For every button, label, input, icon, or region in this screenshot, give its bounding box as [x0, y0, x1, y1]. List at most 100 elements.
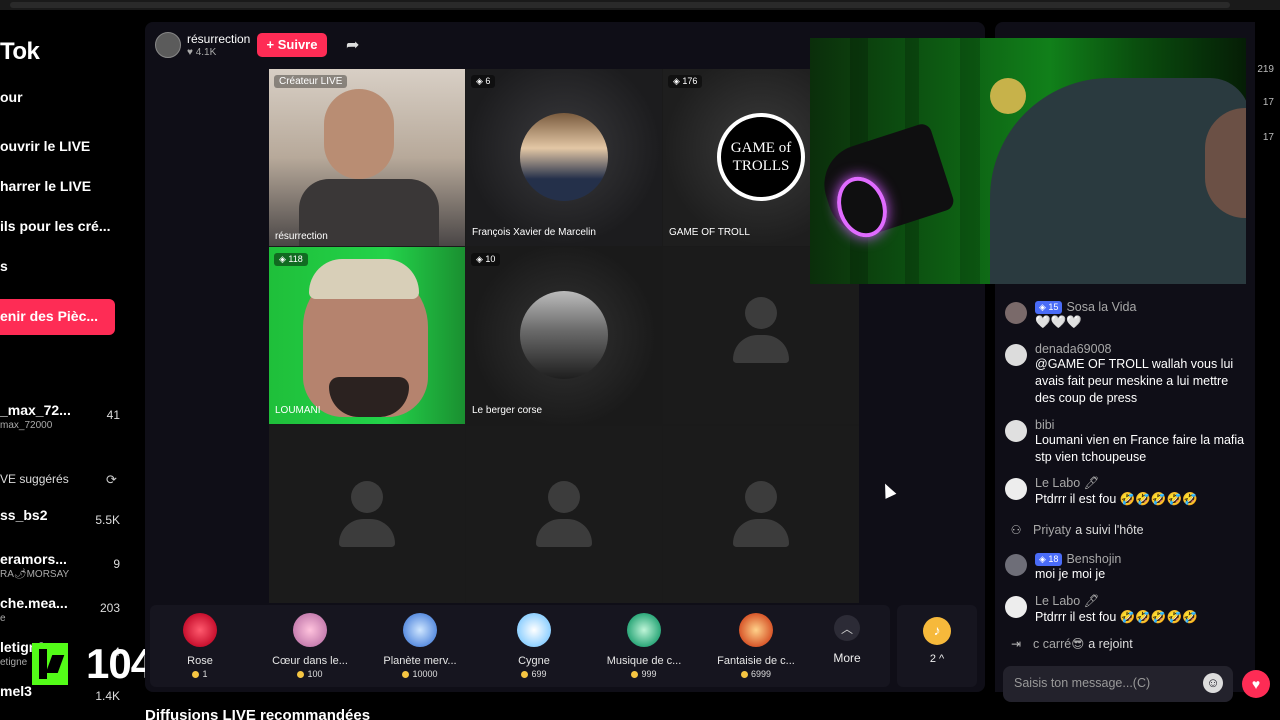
guest-tile[interactable]: ◈ 6 François Xavier de Marcelin: [466, 69, 662, 246]
more-gifts-button[interactable]: ︿ More: [822, 615, 872, 665]
emote-sticker: [990, 78, 1026, 114]
viewer-badge: ◈ 10: [471, 253, 501, 266]
more-label: More: [833, 651, 861, 665]
suggested-count: 203: [99, 601, 120, 615]
gift-price: 699: [479, 669, 589, 679]
nav-item-more[interactable]: s: [0, 258, 8, 274]
chat-message[interactable]: Le Labo 🖊 Ptdrrr il est fou 🤣🤣🤣🤣🤣: [1005, 476, 1250, 508]
system-user[interactable]: c carré😎: [1033, 637, 1084, 651]
chat-user: ◈ 18 Benshojin: [1035, 552, 1250, 566]
chat-user: ◈ 15 Sosa la Vida: [1035, 300, 1250, 314]
heart-icon[interactable]: ♥: [1242, 670, 1270, 698]
suggested-name: eramors...: [0, 551, 67, 567]
coin-balance[interactable]: ♪ 2 ^: [897, 605, 977, 687]
host-avatar[interactable]: [155, 32, 181, 58]
user-follow-icon: ⚇: [1010, 523, 1022, 537]
refresh-icon[interactable]: ⟳: [106, 472, 117, 488]
avatar: [1005, 596, 1027, 618]
viewer-badge: ◈ 176: [668, 75, 703, 88]
guest-name: résurrection: [275, 231, 328, 242]
suggested-title: VE suggérés: [0, 472, 69, 486]
avatar: [1005, 344, 1027, 366]
game-of-trolls-logo: GAME of TROLLS: [717, 113, 805, 201]
nav-item-start-live[interactable]: harrer le LIVE: [0, 178, 91, 194]
viewer-badge-count: 6: [485, 76, 491, 86]
gift-bar: Rose 1 Cœur dans le... 100 Planète merv.…: [150, 605, 890, 687]
microphone: [814, 121, 956, 245]
system-message-follow: ⚇ Priyaty a suivi l'hôte: [1005, 523, 1144, 537]
level-badge: ◈ 15: [1035, 301, 1063, 314]
chat-user-name: denada69008: [1035, 342, 1112, 356]
host-likes: ♥ 4.1K: [187, 47, 217, 58]
gift-name: Rose: [187, 655, 213, 667]
suggested-item[interactable]: che.mea... e 203: [0, 595, 130, 624]
guest-name: GAME OF TROLL: [669, 227, 750, 238]
gift-price: 100: [255, 669, 365, 679]
chat-message[interactable]: ◈ 18 Benshojin moi je moi je: [1005, 552, 1250, 583]
get-coins-button[interactable]: enir des Pièc...: [0, 299, 115, 335]
chat-message[interactable]: denada69008 @GAME OF TROLL wallah vous l…: [1005, 342, 1250, 407]
strip-count: 17: [1262, 97, 1274, 108]
share-icon[interactable]: ➦: [346, 35, 359, 55]
recommended-title: Diffusions LIVE recommandées: [145, 707, 371, 720]
top-bar-track: [10, 2, 1230, 8]
nav-item-creator-tools[interactable]: ils pour les cré...: [0, 218, 111, 234]
planet-icon: [403, 613, 437, 647]
guest-name: LOUMANI: [275, 405, 321, 416]
gift-item[interactable]: Fantaisie de c... 6999: [701, 613, 811, 679]
suggested-item[interactable]: eramors... RA🌶MORSAY 9: [0, 551, 130, 580]
fantasy-gift-icon: [739, 613, 773, 647]
chat-input[interactable]: [1014, 676, 1194, 690]
gift-item[interactable]: Planète merv... 10000: [365, 613, 475, 679]
gift-item[interactable]: Rose 1: [145, 613, 255, 679]
coin-icon: ♪: [923, 617, 951, 645]
chat-user-name: Benshojin: [1066, 552, 1122, 566]
chat-user-name: Sosa la Vida: [1066, 300, 1137, 314]
empty-seat[interactable]: [466, 426, 662, 603]
follow-button[interactable]: + Suivre: [257, 33, 327, 57]
host-name[interactable]: résurrection: [187, 32, 250, 46]
gift-price: 999: [589, 669, 699, 679]
chat-message[interactable]: ◈ 15 Sosa la Vida 🤍🤍🤍: [1005, 300, 1250, 331]
gift-item[interactable]: Cœur dans le... 100: [255, 613, 365, 679]
join-icon: ⇥: [1010, 637, 1022, 651]
viewer-badge-count: 10: [485, 254, 496, 264]
empty-seat[interactable]: [269, 426, 465, 603]
multi-guest-grid: Créateur LIVE résurrection ◈ 6 François …: [269, 69, 859, 603]
empty-seat-icon: [733, 297, 789, 365]
empty-seat-icon: [733, 481, 789, 549]
system-user[interactable]: Priyaty: [1033, 523, 1071, 537]
chat-text: moi je moi je: [1035, 567, 1106, 581]
gift-item[interactable]: Cygne 699: [479, 613, 589, 679]
strip-count: 17: [1262, 132, 1274, 143]
suggested-sub: RA🌶MORSAY: [0, 569, 70, 580]
empty-seat[interactable]: [663, 426, 859, 603]
viewer-badge-count: 176: [682, 76, 698, 86]
gift-name: Musique de c...: [606, 655, 682, 667]
left-nav: Tok our ouvrir le LIVE harrer le LIVE il…: [0, 10, 140, 720]
suggested-count: 5.5K: [95, 513, 120, 527]
nav-item-for-you[interactable]: our: [0, 89, 23, 105]
gift-item[interactable]: Musique de c... 999: [589, 613, 699, 679]
chat-text: 🤍🤍🤍: [1035, 315, 1082, 329]
guest-name: Le berger corse: [472, 405, 543, 416]
right-strip: 219 17 17: [1250, 50, 1280, 170]
chat-message[interactable]: Le Labo 🖊 Ptdrrr il est fou 🤣🤣🤣🤣🤣: [1005, 594, 1250, 626]
empty-seat-icon: [536, 481, 592, 549]
logo[interactable]: Tok: [0, 38, 40, 66]
guest-tile[interactable]: ◈ 118 LOUMANI: [269, 247, 465, 424]
system-message-join: ⇥ c carré😎 a rejoint: [1005, 636, 1133, 651]
emoji-icon[interactable]: ☺: [1203, 673, 1223, 693]
gift-name: Fantaisie de c...: [717, 655, 795, 667]
suggested-item[interactable]: ss_bs2 5.5K: [0, 507, 130, 527]
chevron-up-icon: ︿: [834, 615, 860, 641]
chat-message[interactable]: bibi Loumani vien en France faire la maf…: [1005, 418, 1250, 466]
following-item[interactable]: _max_72... max_72000 41: [0, 402, 130, 431]
following-count: 41: [106, 408, 120, 422]
guest-tile[interactable]: ◈ 10 Le berger corse: [466, 247, 662, 424]
nav-item-discover-live[interactable]: ouvrir le LIVE: [0, 138, 90, 154]
guest-tile[interactable]: Créateur LIVE résurrection: [269, 69, 465, 246]
kick-logo: [32, 643, 68, 685]
avatar: [1005, 302, 1027, 324]
coin-count: 2 ^: [929, 653, 945, 665]
